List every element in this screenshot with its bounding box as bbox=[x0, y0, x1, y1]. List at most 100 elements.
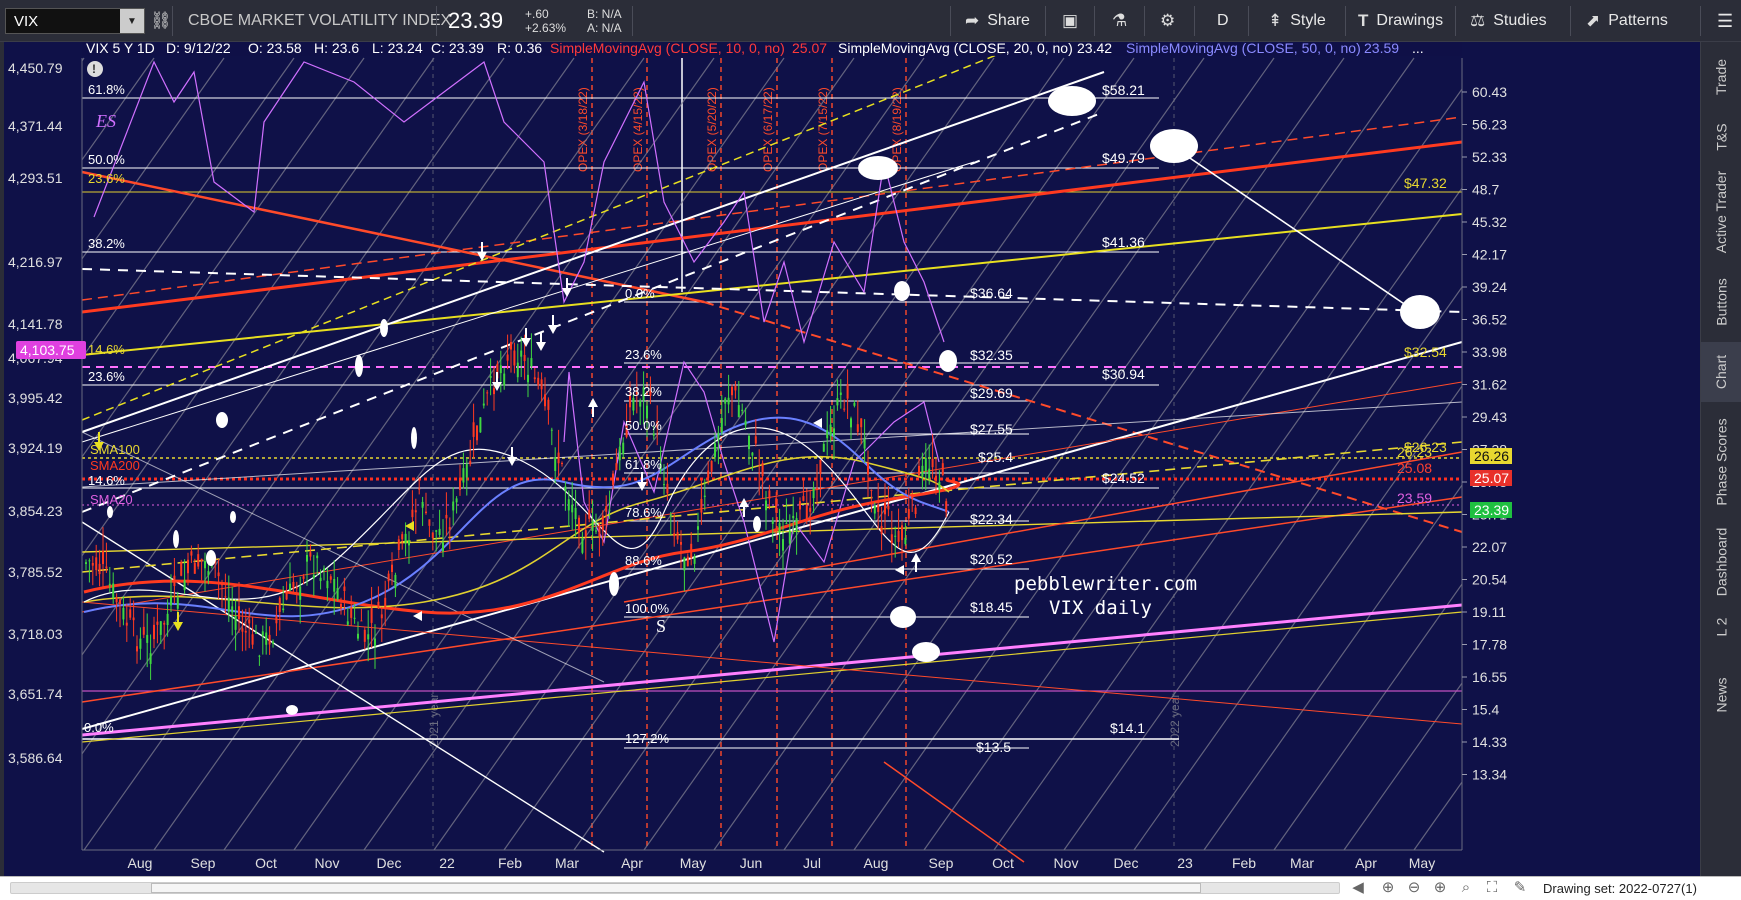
candle-body bbox=[754, 436, 757, 444]
chart-scrollbar[interactable] bbox=[10, 882, 1340, 894]
divider bbox=[1248, 6, 1249, 36]
divider bbox=[1194, 6, 1195, 36]
candle-body bbox=[850, 418, 852, 428]
tab-t-s[interactable]: T&S bbox=[1701, 112, 1741, 162]
candle-body bbox=[574, 507, 577, 520]
screenshot-button[interactable]: ▣ bbox=[1062, 0, 1078, 42]
left-axis-tick: 3,651.74 bbox=[8, 686, 63, 702]
period-button[interactable]: D bbox=[1217, 0, 1229, 42]
candle-body bbox=[554, 457, 557, 471]
left-axis-tick: 3,785.52 bbox=[8, 564, 63, 580]
right-axis-tick: 19.11 bbox=[1472, 604, 1506, 620]
candle-body bbox=[561, 462, 563, 464]
x-axis-tick: Jun bbox=[740, 855, 763, 871]
candle-body bbox=[282, 608, 285, 611]
chevron-down-icon[interactable]: ▼ bbox=[120, 9, 144, 33]
share-icon: ➦ bbox=[965, 11, 980, 30]
zoom-out-icon[interactable]: ⊖ bbox=[1404, 879, 1424, 897]
tab-trade[interactable]: Trade bbox=[1701, 42, 1741, 112]
flask-button[interactable]: ⚗ bbox=[1112, 0, 1127, 42]
left-axis-tick: 3,995.42 bbox=[8, 390, 63, 406]
candle-body bbox=[428, 519, 431, 526]
tab-chart[interactable]: Chart bbox=[1701, 342, 1741, 402]
fib-label-left: 14.6% bbox=[88, 342, 125, 357]
tab-phase-scores[interactable]: Phase Scores bbox=[1701, 402, 1741, 522]
menu-icon[interactable]: ☰ bbox=[1717, 0, 1733, 42]
candle-body bbox=[455, 498, 458, 503]
candle-body bbox=[408, 540, 410, 546]
crosshair-icon[interactable]: ⊕ bbox=[1378, 879, 1398, 897]
candle-body bbox=[88, 560, 91, 562]
settings-button[interactable]: ⚙ bbox=[1160, 0, 1175, 42]
candle-body bbox=[122, 607, 125, 620]
candle-body bbox=[816, 487, 818, 491]
chart-area[interactable]: 2021 year 2022 year OPEX (3/18/22) OPEX (4/… bbox=[0, 42, 1700, 876]
candle-body bbox=[785, 523, 788, 525]
fit-screen-icon[interactable]: ⛶ bbox=[1482, 879, 1502, 897]
drawings-button[interactable]: T Drawings bbox=[1358, 0, 1443, 42]
candle-body bbox=[877, 504, 880, 512]
link-icon[interactable]: ⛓ bbox=[150, 0, 172, 42]
pivot-marker bbox=[894, 281, 910, 301]
left-axis-tick: 3,854.23 bbox=[8, 503, 63, 519]
candle-body bbox=[187, 559, 189, 574]
candle-body bbox=[748, 435, 750, 450]
candle-body bbox=[367, 634, 370, 640]
candle-body bbox=[302, 576, 305, 579]
scroll-left-icon[interactable]: ◀ bbox=[1348, 879, 1368, 897]
candle-body bbox=[333, 578, 336, 592]
price-level-mid: $29.69 bbox=[970, 385, 1013, 401]
price-level-mid: $18.45 bbox=[970, 599, 1013, 615]
candle-body bbox=[836, 398, 839, 406]
patterns-button[interactable]: ⬈ Patterns bbox=[1586, 0, 1668, 42]
candle-body bbox=[935, 475, 937, 481]
left-axis-tick: 4,141.78 bbox=[8, 316, 63, 332]
candle-body bbox=[918, 465, 920, 476]
candle-body bbox=[710, 460, 713, 472]
x-axis-tick: Mar bbox=[555, 855, 579, 871]
candle-body bbox=[775, 498, 778, 513]
right-axis-tick: 45.32 bbox=[1472, 214, 1507, 230]
candle-body bbox=[686, 556, 689, 567]
price-chart[interactable]: 2021 year 2022 yearOPEX (3/18/22) OPEX (4/… bbox=[4, 42, 1700, 876]
style-button[interactable]: ⇞ Style bbox=[1268, 0, 1326, 42]
price-level-mid: $20.52 bbox=[970, 551, 1013, 567]
candle-body bbox=[734, 385, 737, 391]
scrollbar-thumb[interactable] bbox=[151, 883, 1201, 893]
tab-label: News bbox=[1713, 676, 1730, 713]
candle-body bbox=[591, 520, 594, 531]
studies-button[interactable]: ⚖ Studies bbox=[1470, 0, 1547, 42]
zoom-in-icon[interactable]: ⊕ bbox=[1430, 879, 1450, 897]
candle-body bbox=[193, 562, 196, 574]
symbol-input[interactable]: VIX ▼ bbox=[5, 8, 145, 34]
candle-body bbox=[435, 530, 438, 532]
candle-body bbox=[829, 424, 832, 437]
candle-body bbox=[839, 392, 842, 395]
header-symbol: VIX 5 Y 1D bbox=[86, 42, 155, 56]
tab-dashboard[interactable]: Dashboard bbox=[1701, 522, 1741, 602]
tab-label: Buttons bbox=[1713, 278, 1730, 326]
right-axis-tick: 36.52 bbox=[1472, 312, 1507, 328]
magnifier-icon[interactable]: ⌕ bbox=[1456, 879, 1476, 897]
tab-l-2[interactable]: L 2 bbox=[1701, 602, 1741, 652]
candle-body bbox=[727, 397, 730, 405]
share-button[interactable]: ➦ Share bbox=[965, 0, 1030, 42]
candle-body bbox=[357, 633, 359, 639]
tab-news[interactable]: News bbox=[1701, 652, 1741, 737]
candle-body bbox=[469, 460, 472, 465]
candle-body bbox=[663, 484, 665, 486]
candle-body bbox=[459, 477, 461, 490]
x-axis-tick: Nov bbox=[1054, 855, 1079, 871]
candle-body bbox=[85, 562, 87, 565]
candle-body bbox=[765, 500, 767, 511]
pencil-icon[interactable]: ✎ bbox=[1510, 879, 1530, 897]
candle-body bbox=[703, 495, 706, 497]
candle-body bbox=[666, 483, 669, 494]
header-high: H: 23.6 bbox=[314, 42, 359, 56]
tab-active-trader[interactable]: Active Trader bbox=[1701, 162, 1741, 262]
candle-body bbox=[431, 532, 434, 539]
candle-body bbox=[421, 501, 424, 508]
tab-buttons[interactable]: Buttons bbox=[1701, 262, 1741, 342]
drawing-set-label[interactable]: Drawing set: 2022-0727(1) bbox=[1543, 881, 1697, 896]
candle-body bbox=[595, 530, 597, 532]
